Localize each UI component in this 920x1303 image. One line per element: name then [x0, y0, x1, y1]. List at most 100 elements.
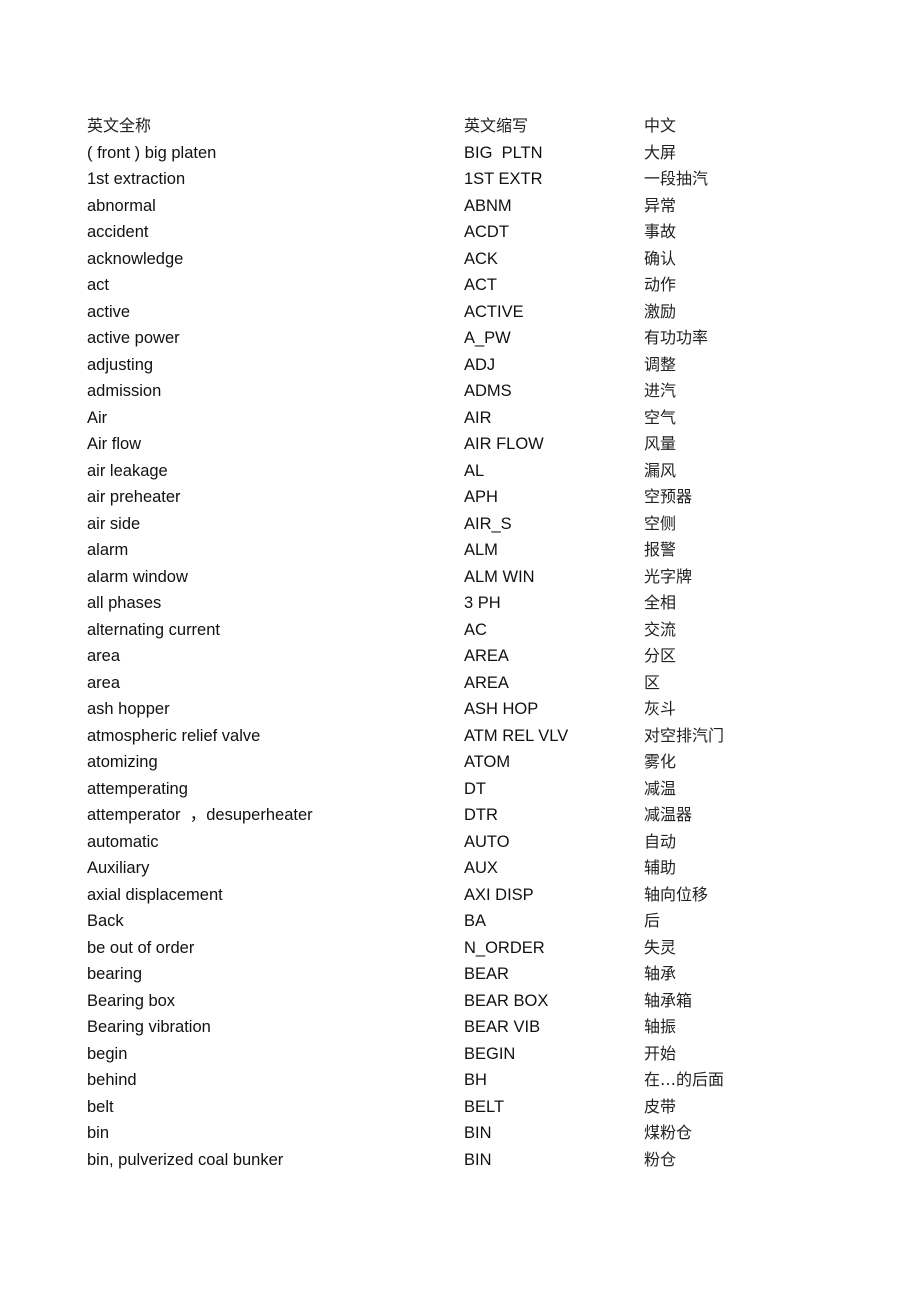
term-full-name: begin: [87, 1044, 128, 1063]
table-row: belt BELT 皮带: [87, 1095, 787, 1122]
header-abbreviation: 英文缩写: [464, 116, 529, 135]
glossary-table: 英文全称 英文缩写 中文 ( front ) big platen BIG PLT…: [87, 114, 787, 1174]
table-row: Air AIR 空气: [87, 406, 787, 433]
term-full-name: adjusting: [87, 355, 154, 374]
term-chinese: 一段抽汽: [644, 169, 709, 188]
term-chinese: 雾化: [644, 752, 677, 771]
term-full-name: Back: [87, 912, 124, 930]
term-abbreviation: AL: [464, 461, 485, 480]
term-abbreviation: ATM REL VLV: [464, 726, 569, 745]
term-chinese: 辅助: [644, 858, 677, 877]
term-full-name: Air flow: [87, 435, 142, 453]
table-row: active power A_PW 有功功率: [87, 326, 787, 353]
term-abbreviation: ACK: [464, 249, 498, 268]
term-chinese: 交流: [644, 619, 677, 639]
term-abbreviation: AREA: [464, 647, 509, 665]
term-abbreviation: BIG PLTN: [464, 143, 543, 162]
term-abbreviation: AC: [464, 620, 487, 639]
term-abbreviation: BEAR: [464, 965, 509, 983]
term-full-name: air side: [87, 514, 141, 533]
term-chinese: 粉仓: [644, 1149, 677, 1169]
term-full-name: abnormal: [87, 196, 156, 215]
term-chinese: 减温: [644, 778, 677, 798]
term-full-name: alarm: [87, 541, 129, 559]
term-abbreviation: AXI DISP: [464, 885, 534, 904]
term-chinese: 对空排汽门: [644, 725, 725, 745]
term-chinese: 皮带: [644, 1096, 677, 1116]
table-row: alarm window ALM WIN 光字牌: [87, 565, 787, 592]
term-chinese: 报警: [644, 540, 677, 559]
term-abbreviation: BA: [464, 912, 487, 930]
term-abbreviation: DTR: [464, 806, 498, 824]
table-row: acknowledge ACK 确认: [87, 247, 787, 274]
term-abbreviation: 1ST EXTR: [464, 170, 543, 188]
table-row: axial displacement AXI DISP 轴向位移: [87, 883, 787, 910]
term-abbreviation: ASH HOP: [464, 700, 539, 718]
term-full-name: air leakage: [87, 461, 168, 480]
term-abbreviation: AIR_S: [464, 514, 512, 533]
term-abbreviation: 3 PH: [464, 594, 501, 612]
table-row: abnormal ABNM 异常: [87, 194, 787, 221]
term-full-name: act: [87, 276, 110, 294]
term-abbreviation: ALM: [464, 541, 498, 559]
term-full-name: ( front ) big platen: [87, 143, 217, 162]
term-abbreviation: ALM WIN: [464, 567, 535, 586]
term-abbreviation: DT: [464, 779, 486, 798]
term-abbreviation: BEAR VIB: [464, 1018, 541, 1036]
term-chinese: 漏风: [644, 460, 677, 480]
term-full-name: bin: [87, 1124, 110, 1142]
table-row: Air flow AIR FLOW 风量: [87, 432, 787, 459]
term-abbreviation: AUTO: [464, 832, 510, 851]
table-row: air preheater APH 空预器: [87, 485, 787, 512]
term-full-name: attemperating: [87, 779, 188, 798]
header-full-name: 英文全称: [87, 116, 152, 135]
term-full-name: admission: [87, 382, 162, 400]
term-chinese: 事故: [644, 222, 677, 241]
term-full-name: acknowledge: [87, 249, 184, 268]
term-chinese: 风量: [644, 434, 677, 453]
term-full-name: alternating current: [87, 620, 220, 639]
table-row: act ACT 动作: [87, 273, 787, 300]
term-abbreviation: ATOM: [464, 753, 511, 771]
term-abbreviation: AREA: [464, 673, 509, 692]
table-row: Auxiliary AUX 辅助: [87, 856, 787, 883]
term-chinese: 区: [644, 672, 661, 692]
term-abbreviation: BEGIN: [464, 1044, 516, 1063]
term-full-name: atmospheric relief valve: [87, 726, 261, 745]
term-full-name: active: [87, 302, 131, 321]
term-chinese: 轴承: [644, 964, 677, 983]
table-row: behind BH 在…的后面: [87, 1068, 787, 1095]
term-full-name: ash hopper: [87, 700, 170, 718]
table-row: Back BA 后: [87, 909, 787, 936]
term-chinese: 空侧: [644, 513, 677, 533]
table-row: active ACTIVE 激励: [87, 300, 787, 327]
table-row: begin BEGIN 开始: [87, 1042, 787, 1069]
term-abbreviation: BIN: [464, 1150, 492, 1169]
term-full-name: Auxiliary: [87, 859, 150, 877]
term-abbreviation: ABNM: [464, 196, 512, 215]
table-row: 1st extraction 1ST EXTR 一段抽汽: [87, 167, 787, 194]
table-row: air side AIR_S 空侧: [87, 512, 787, 539]
table-row: bin, pulverized coal bunker BIN 粉仓: [87, 1148, 787, 1175]
glossary-rows: ( front ) big platen BIG PLTN 大屏 1st extrac…: [87, 141, 787, 1175]
term-chinese: 调整: [644, 354, 677, 374]
term-full-name: bin, pulverized coal bunker: [87, 1150, 284, 1169]
term-chinese: 异常: [644, 195, 677, 215]
term-abbreviation: N_ORDER: [464, 938, 545, 957]
term-full-name: bearing: [87, 965, 143, 983]
term-full-name: active power: [87, 329, 180, 347]
table-row: Bearing box BEAR BOX 轴承箱: [87, 989, 787, 1016]
term-full-name: Bearing vibration: [87, 1018, 211, 1036]
term-chinese: 确认: [644, 248, 677, 268]
term-abbreviation: BH: [464, 1071, 487, 1089]
term-chinese: 空气: [644, 407, 677, 427]
term-abbreviation: ACTIVE: [464, 302, 524, 321]
term-chinese: 有功功率: [644, 328, 709, 347]
term-chinese: 动作: [644, 275, 677, 294]
term-full-name: accident: [87, 223, 149, 241]
term-full-name: atomizing: [87, 753, 158, 771]
table-row: automatic AUTO 自动: [87, 830, 787, 857]
term-abbreviation: APH: [464, 488, 498, 506]
table-row: ash hopper ASH HOP 灰斗: [87, 697, 787, 724]
term-abbreviation: ADJ: [464, 355, 496, 374]
